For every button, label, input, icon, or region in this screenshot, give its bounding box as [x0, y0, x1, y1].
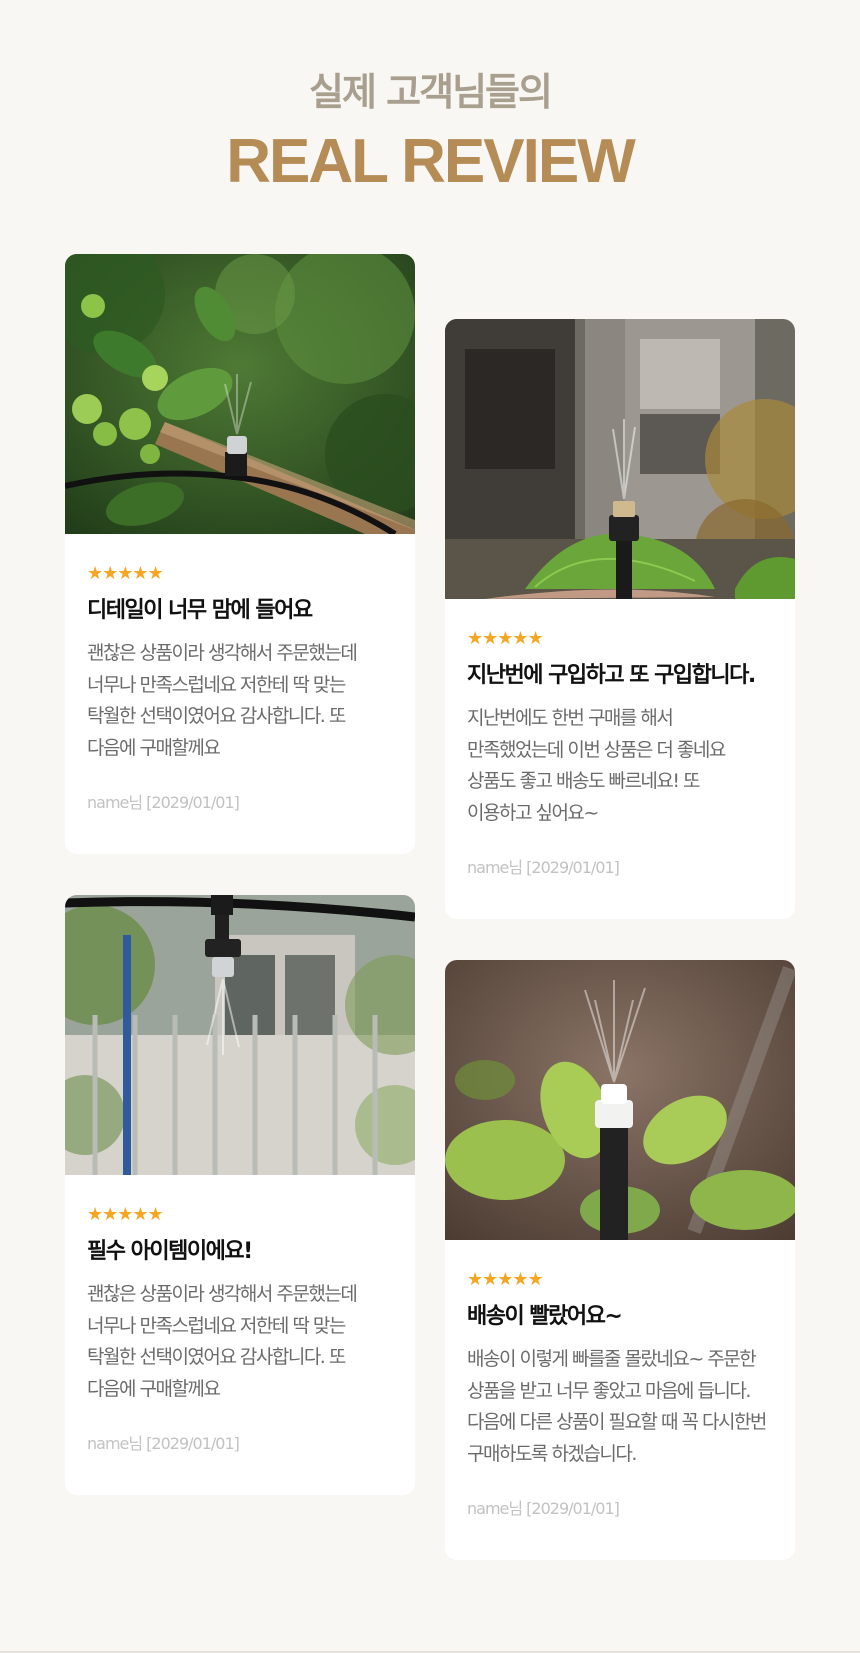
review-page: 실제 고객님들의 REAL REVIEW ★★★★★ 디테일이 너무 맘에 들어…: [0, 0, 860, 1653]
review-author-date: name님 [2029/01/01]: [87, 1434, 240, 1453]
review-content: ★★★★★ 배송이 빨랐어요~ 배송이 이렇게 빠를줄 몰랐네요~ 주문한 상품…: [445, 1240, 795, 1520]
rating-stars: ★★★★★: [467, 1269, 544, 1290]
review-author-date: name님 [2029/01/01]: [87, 793, 240, 812]
review-card-4[interactable]: ★★★★★ 배송이 빨랐어요~ 배송이 이렇게 빠를줄 몰랐네요~ 주문한 상품…: [445, 960, 795, 1560]
review-title: 지난번에 구입하고 또 구입합니다.: [467, 663, 756, 688]
rating-stars: ★★★★★: [467, 628, 544, 649]
review-author-date: name님 [2029/01/01]: [467, 1499, 620, 1518]
section-title: REAL REVIEW: [226, 127, 635, 196]
review-text: 지난번에도 한번 구매를 해서 만족했었는데 이번 상품은 더 좋네요 상품도 …: [467, 707, 726, 824]
review-photo-tomato-sprinkler: [65, 254, 415, 534]
review-card-1[interactable]: ★★★★★ 디테일이 너무 맘에 들어요 괜찮은 상품이라 생각해서 주문했는데…: [65, 254, 415, 854]
review-title: 배송이 빨랐어요~: [467, 1304, 623, 1329]
review-content: ★★★★★ 필수 아이템이에요! 괜찮은 상품이라 생각해서 주문했는데 너무나…: [65, 1175, 415, 1455]
section-subtitle: 실제 고객님들의: [309, 70, 553, 114]
review-author-date: name님 [2029/01/01]: [467, 858, 620, 877]
review-title: 필수 아이템이에요!: [87, 1239, 253, 1264]
rating-stars: ★★★★★: [87, 1204, 164, 1225]
review-photo-hanging-nozzle: [65, 895, 415, 1175]
review-photo-mist-nozzle: [445, 319, 795, 599]
review-card-2[interactable]: ★★★★★ 지난번에 구입하고 또 구입합니다. 지난번에도 한번 구매를 해서…: [445, 319, 795, 919]
review-text: 배송이 이렇게 빠를줄 몰랐네요~ 주문한 상품을 받고 너무 좋았고 마음에 …: [467, 1348, 767, 1465]
review-photo-white-nozzle: [445, 960, 795, 1240]
review-card-3[interactable]: ★★★★★ 필수 아이템이에요! 괜찮은 상품이라 생각해서 주문했는데 너무나…: [65, 895, 415, 1495]
review-content: ★★★★★ 지난번에 구입하고 또 구입합니다. 지난번에도 한번 구매를 해서…: [445, 599, 795, 879]
review-content: ★★★★★ 디테일이 너무 맘에 들어요 괜찮은 상품이라 생각해서 주문했는데…: [65, 534, 415, 814]
review-header: 실제 고객님들의 REAL REVIEW: [0, 62, 860, 200]
rating-stars: ★★★★★: [87, 563, 164, 584]
review-text: 괜찮은 상품이라 생각해서 주문했는데 너무나 만족스럽네요 저한테 딱 맞는 …: [87, 642, 358, 759]
review-text: 괜찮은 상품이라 생각해서 주문했는데 너무나 만족스럽네요 저한테 딱 맞는 …: [87, 1283, 358, 1400]
review-title: 디테일이 너무 맘에 들어요: [87, 598, 313, 623]
